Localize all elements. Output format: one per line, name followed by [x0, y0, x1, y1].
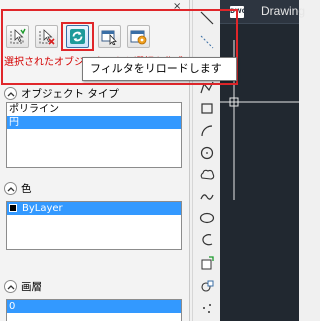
- select-object-icon: [101, 30, 117, 45]
- list-item[interactable]: ポリライン: [7, 103, 181, 116]
- ellipse-arc-icon[interactable]: [197, 230, 217, 250]
- make-block-icon[interactable]: [197, 276, 217, 296]
- reload-filter-icon: [70, 29, 85, 44]
- quick-select-panel: × オブジェクト タイプ ポリライン 円 色 ByLayer 画層 0: [0, 0, 190, 321]
- select-object-button[interactable]: [98, 25, 121, 48]
- color-title: 色: [21, 183, 32, 195]
- cloud-icon[interactable]: [197, 165, 217, 185]
- select-filter-remove-icon: [39, 29, 55, 45]
- color-list[interactable]: ByLayer: [6, 201, 182, 250]
- reload-filter-button[interactable]: [66, 25, 89, 48]
- color-section-header[interactable]: 色: [4, 181, 32, 196]
- reload-tooltip: フィルタをリロードします: [82, 57, 237, 81]
- filter-settings-icon: [130, 30, 147, 45]
- rectangle-icon[interactable]: [197, 98, 217, 118]
- object-type-section-header[interactable]: オブジェクト タイプ: [4, 86, 119, 101]
- layer-list[interactable]: 0: [6, 299, 182, 321]
- layer-section-header[interactable]: 画層: [4, 279, 42, 294]
- layer-title: 画層: [21, 281, 42, 293]
- select-filter-remove-button[interactable]: [35, 25, 58, 48]
- drawing-canvas[interactable]: DWG Drawing: [220, 0, 305, 321]
- color-item-label: ByLayer: [22, 203, 63, 214]
- construction-line-icon[interactable]: [197, 32, 217, 52]
- list-item[interactable]: 0: [7, 300, 181, 313]
- draw-toolbar: [192, 0, 220, 321]
- color-swatch: [9, 204, 17, 212]
- object-type-title: オブジェクト タイプ: [21, 88, 119, 100]
- circle-icon[interactable]: [197, 143, 217, 163]
- insert-block-icon[interactable]: [197, 253, 217, 273]
- chevron-up-icon[interactable]: [4, 280, 17, 293]
- select-filter-add-button[interactable]: [6, 25, 29, 48]
- chevron-up-icon[interactable]: [4, 182, 17, 195]
- filter-settings-button[interactable]: [127, 25, 150, 48]
- list-item[interactable]: ByLayer: [7, 202, 181, 215]
- object-type-list[interactable]: ポリライン 円: [6, 102, 182, 168]
- close-icon[interactable]: ×: [173, 1, 181, 12]
- select-filter-add-icon: [10, 28, 26, 44]
- point-icon[interactable]: [197, 298, 217, 318]
- crosshair-cursor: [220, 40, 299, 200]
- ellipse-icon[interactable]: [197, 208, 217, 228]
- spline-icon[interactable]: [197, 187, 217, 207]
- line-icon[interactable]: [197, 8, 217, 28]
- arc-icon[interactable]: [197, 121, 217, 141]
- list-item[interactable]: 円: [7, 116, 181, 129]
- chevron-up-icon[interactable]: [4, 87, 17, 100]
